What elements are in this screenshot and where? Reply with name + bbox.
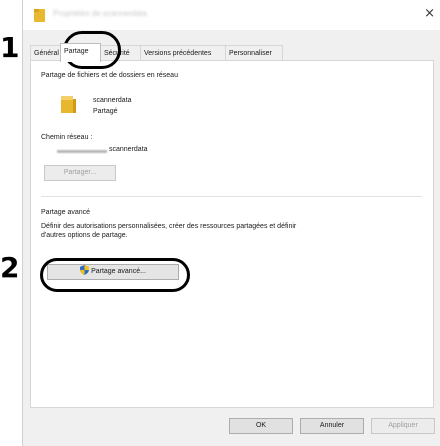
tab-sharing[interactable]: Partage bbox=[60, 43, 101, 62]
tab-customize[interactable]: Personnaliser bbox=[225, 45, 283, 61]
folder-icon bbox=[61, 96, 76, 113]
share-status: Partagé bbox=[93, 108, 118, 115]
network-path-value: scannerdata bbox=[109, 146, 148, 153]
share-button[interactable]: Partager... bbox=[44, 165, 116, 181]
network-path-label: Chemin réseau : bbox=[41, 134, 93, 141]
ok-button[interactable]: OK bbox=[229, 418, 293, 434]
network-path-redacted bbox=[57, 150, 107, 153]
tab-general[interactable]: Général bbox=[30, 45, 61, 61]
window-title: Propriétés de scannerdata bbox=[53, 9, 147, 18]
section-divider bbox=[41, 196, 422, 197]
step-number-2: 2 bbox=[0, 251, 20, 284]
cancel-button[interactable]: Annuler bbox=[300, 418, 364, 434]
network-share-heading: Partage de fichiers et de dossiers en ré… bbox=[41, 72, 178, 79]
tab-strip: Général Partage Sécurité Versions précéd… bbox=[30, 43, 436, 62]
tab-previous-versions[interactable]: Versions précédentes bbox=[140, 45, 226, 61]
folder-icon bbox=[34, 9, 45, 22]
title-bar: Propriétés de scannerdata × bbox=[23, 0, 440, 30]
folder-name: scannerdata bbox=[93, 97, 132, 104]
apply-button[interactable]: Appliquer bbox=[371, 418, 435, 434]
close-icon[interactable]: × bbox=[424, 7, 435, 20]
highlight-oval-advanced-button bbox=[40, 258, 190, 292]
step-number-1: 1 bbox=[0, 31, 20, 64]
advanced-sharing-heading: Partage avancé bbox=[41, 209, 91, 216]
advanced-description-line1: Définir des autorisations personnalisées… bbox=[41, 223, 297, 230]
advanced-description-line2: d'autres options de partage. bbox=[41, 232, 128, 239]
